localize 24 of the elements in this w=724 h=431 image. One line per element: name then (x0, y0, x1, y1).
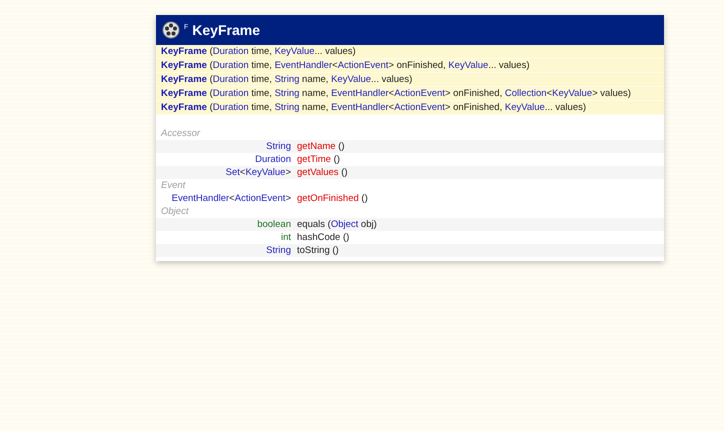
return-type: String (265, 140, 291, 153)
method-signature: equals (Object obj) (297, 218, 378, 231)
return-type: int (280, 231, 291, 244)
group-label: Object (160, 205, 190, 218)
return-type: String (265, 244, 291, 257)
class-title: KeyFrame (192, 22, 260, 38)
group-label: Event (160, 179, 186, 192)
return-type: Duration (254, 153, 291, 166)
return-type: EventHandler<ActionEvent> (170, 192, 291, 205)
method-signature: getName () (297, 140, 346, 153)
return-type: boolean (256, 218, 291, 231)
method-signature: getTime () (297, 153, 341, 166)
group-label: Accessor (160, 127, 202, 140)
film-reel-icon (162, 21, 180, 39)
method-signature: hashCode () (297, 231, 350, 244)
constructor-signature: KeyFrame (Duration time, String name, EventHandler<ActionEvent> onFinished, KeyValue... values) (156, 101, 664, 115)
constructor-signature: KeyFrame (Duration time, String name, KeyValue... values) (156, 73, 664, 87)
constructor-signature: KeyFrame (Duration time, EventHandler<ActionEvent> onFinished, KeyValue... values) (156, 59, 664, 73)
method-signature: toString () (297, 244, 340, 257)
constructor-signature: KeyFrame (Duration time, KeyValue... values) (156, 45, 664, 59)
method-signature: getValues () (297, 166, 349, 179)
method-signature: getOnFinished () (297, 192, 369, 205)
return-type: Set<KeyValue> (224, 166, 291, 179)
constructor-signature: KeyFrame (Duration time, String name, EventHandler<ActionEvent> onFinished, Collection<KeyValue> values) (156, 87, 664, 101)
